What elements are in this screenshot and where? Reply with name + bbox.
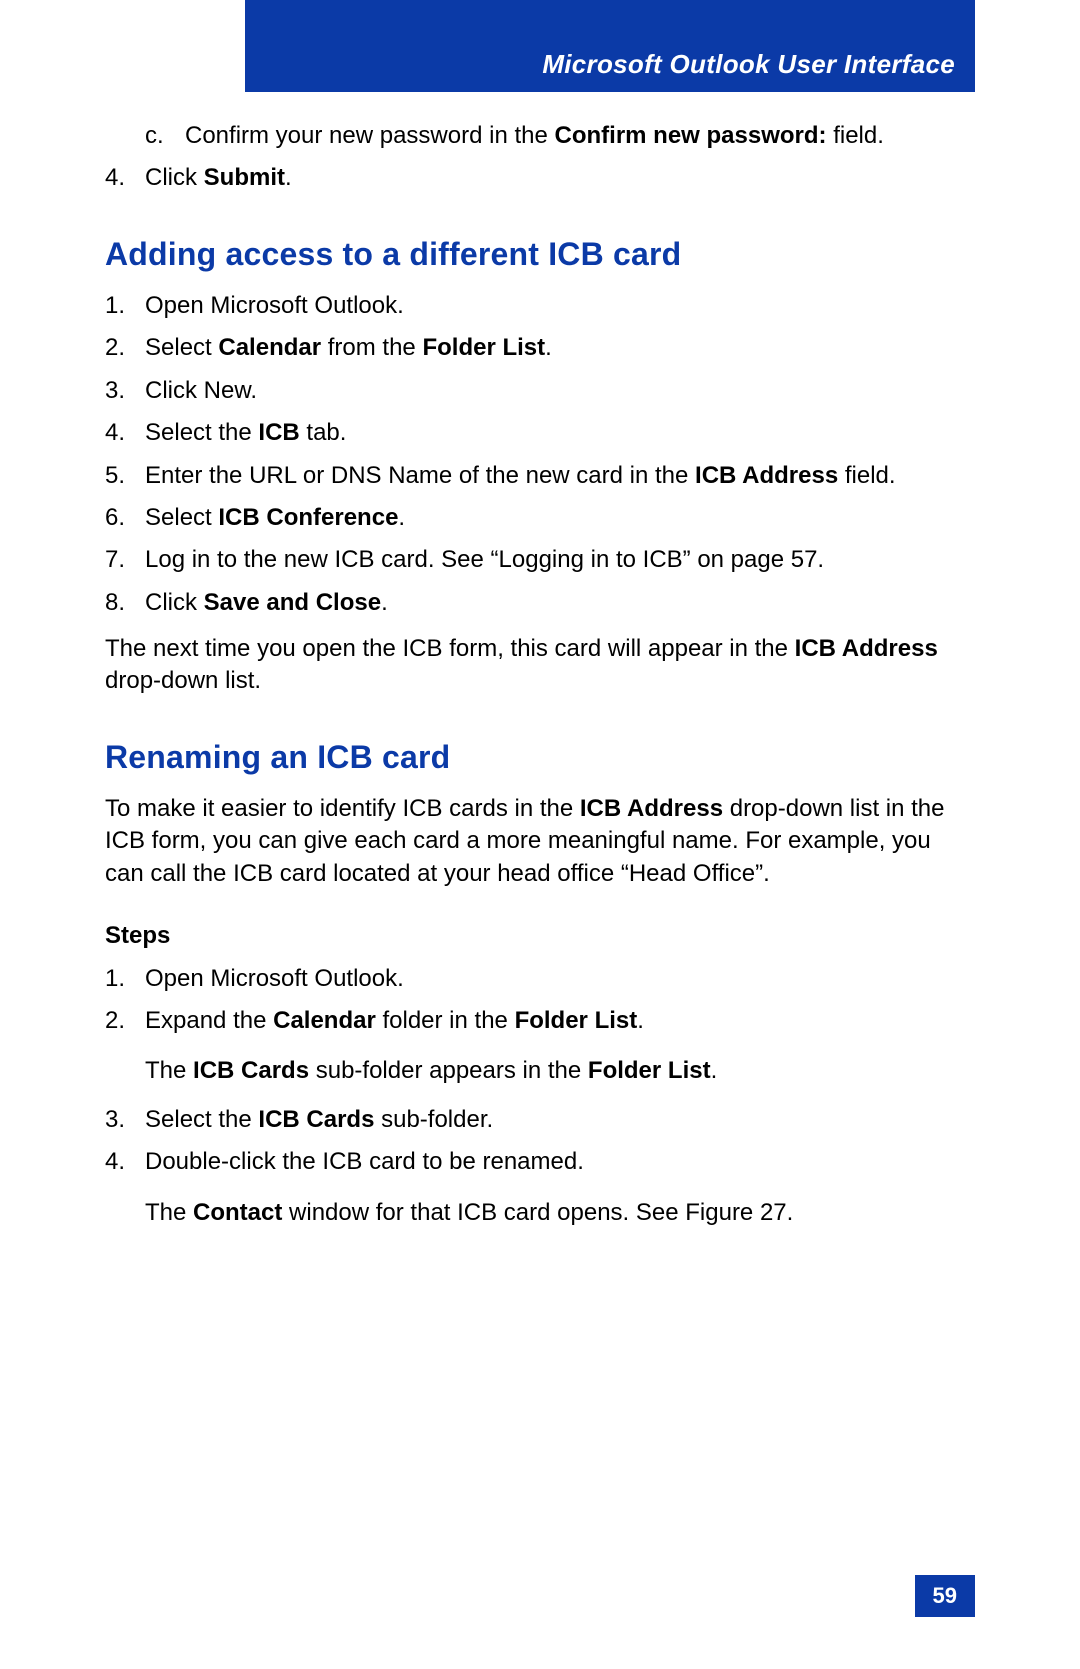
list-text: Enter the URL or DNS Name of the new car… xyxy=(145,460,975,492)
list-item: 2. Select Calendar from the Folder List. xyxy=(105,332,975,364)
list-item: 8. Click Save and Close. xyxy=(105,587,975,619)
list-marker: 4. xyxy=(105,417,145,449)
list-item: 1. Open Microsoft Outlook. xyxy=(105,963,975,995)
list-marker: 1. xyxy=(105,290,145,322)
list-text: Expand the Calendar folder in the Folder… xyxy=(145,1005,975,1094)
section-heading-adding: Adding access to a different ICB card xyxy=(105,233,975,276)
list-item: 3. Click New. xyxy=(105,375,975,407)
page-header-title: Microsoft Outlook User Interface xyxy=(542,49,955,80)
list-marker: 4. xyxy=(105,1146,145,1235)
list-text: Select the ICB tab. xyxy=(145,417,975,449)
list-text: Confirm your new password in the Confirm… xyxy=(185,120,975,152)
list-continuation: The Contact window for that ICB card ope… xyxy=(145,1197,975,1229)
steps-label: Steps xyxy=(105,920,975,952)
paragraph: To make it easier to identify ICB cards … xyxy=(105,793,975,890)
list-marker: 3. xyxy=(105,375,145,407)
list-marker: 4. xyxy=(105,162,145,194)
list-marker: 1. xyxy=(105,963,145,995)
list-text: Select ICB Conference. xyxy=(145,502,975,534)
list-text: Select the ICB Cards sub-folder. xyxy=(145,1104,975,1136)
section-heading-renaming: Renaming an ICB card xyxy=(105,736,975,779)
list-text: Double-click the ICB card to be renamed.… xyxy=(145,1146,975,1235)
list-text: Select Calendar from the Folder List. xyxy=(145,332,975,364)
list-item: 4. Double-click the ICB card to be renam… xyxy=(105,1146,975,1235)
list-text: Open Microsoft Outlook. xyxy=(145,290,975,322)
document-page: Microsoft Outlook User Interface c. Conf… xyxy=(0,0,1080,1669)
paragraph: The next time you open the ICB form, thi… xyxy=(105,633,975,698)
list-text: Click Submit. xyxy=(145,162,975,194)
page-number: 59 xyxy=(915,1575,975,1617)
list-text: Open Microsoft Outlook. xyxy=(145,963,975,995)
page-content: c. Confirm your new password in the Conf… xyxy=(105,110,975,1245)
list-continuation: The ICB Cards sub-folder appears in the … xyxy=(145,1055,975,1087)
list-text: Click New. xyxy=(145,375,975,407)
list-marker: 2. xyxy=(105,332,145,364)
list-item: 1. Open Microsoft Outlook. xyxy=(105,290,975,322)
list-marker: 7. xyxy=(105,544,145,576)
list-marker: 3. xyxy=(105,1104,145,1136)
list-item: 7. Log in to the new ICB card. See “Logg… xyxy=(105,544,975,576)
page-header: Microsoft Outlook User Interface xyxy=(245,0,975,92)
list-item: c. Confirm your new password in the Conf… xyxy=(105,120,975,152)
list-marker: c. xyxy=(105,120,185,152)
list-marker: 5. xyxy=(105,460,145,492)
list-text: Click Save and Close. xyxy=(145,587,975,619)
list-text: Log in to the new ICB card. See “Logging… xyxy=(145,544,975,576)
list-marker: 2. xyxy=(105,1005,145,1094)
list-marker: 8. xyxy=(105,587,145,619)
list-item: 2. Expand the Calendar folder in the Fol… xyxy=(105,1005,975,1094)
list-marker: 6. xyxy=(105,502,145,534)
list-item: 6. Select ICB Conference. xyxy=(105,502,975,534)
list-item: 4. Click Submit. xyxy=(105,162,975,194)
list-item: 4. Select the ICB tab. xyxy=(105,417,975,449)
list-item: 5. Enter the URL or DNS Name of the new … xyxy=(105,460,975,492)
list-item: 3. Select the ICB Cards sub-folder. xyxy=(105,1104,975,1136)
